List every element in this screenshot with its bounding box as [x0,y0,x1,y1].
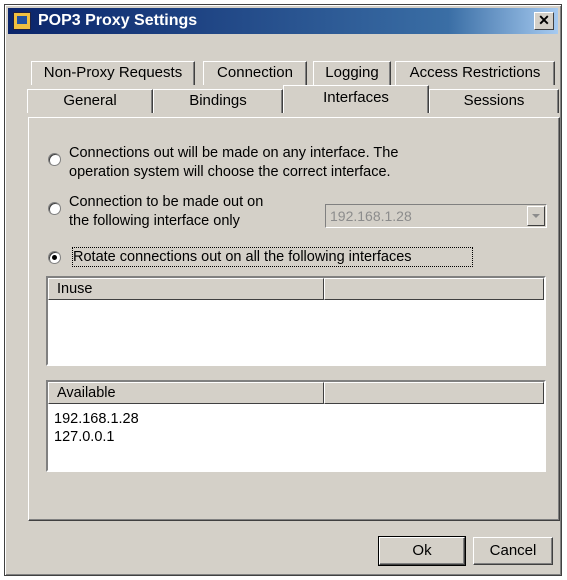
close-icon: ✕ [538,12,550,28]
list-item[interactable]: 127.0.0.1 [54,428,114,446]
any-interface-label-line1: Connections out will be made on any inte… [69,145,399,161]
tab-access-restrictions[interactable]: Access Restrictions [395,61,555,85]
title-bar: POP3 Proxy Settings ✕ [8,8,558,34]
cancel-button[interactable]: Cancel [473,537,553,565]
ok-button[interactable]: Ok [378,536,466,566]
tab-connection[interactable]: Connection [203,61,307,85]
tab-sessions[interactable]: Sessions [429,89,559,113]
tab-interfaces[interactable]: Interfaces [283,85,429,113]
specific-interface-label-line2: the following interface only [69,213,240,229]
interface-select[interactable]: 192.168.1.28 [325,204,547,228]
rotate-interfaces-radio[interactable] [48,251,61,264]
available-list[interactable]: Available 192.168.1.28 127.0.0.1 [46,380,546,472]
tab-bindings[interactable]: Bindings [153,89,283,113]
available-column-header-2[interactable] [324,382,544,404]
available-column-header[interactable]: Available [48,382,324,404]
pop3-proxy-settings-dialog: POP3 Proxy Settings ✕ Non-Proxy Requests… [4,4,562,576]
close-button[interactable]: ✕ [534,12,554,30]
specific-interface-radio[interactable] [48,202,61,215]
interfaces-panel: Connections out will be made on any inte… [28,117,560,521]
specific-interface-label-line1: Connection to be made out on [69,194,264,210]
inuse-column-header[interactable]: Inuse [48,278,324,300]
app-icon [13,12,31,30]
inuse-list[interactable]: Inuse [46,276,546,366]
any-interface-radio[interactable] [48,153,61,166]
interface-select-value: 192.168.1.28 [330,208,412,224]
inuse-column-header-2[interactable] [324,278,544,300]
chevron-down-icon[interactable] [527,206,545,226]
tab-logging[interactable]: Logging [313,61,391,85]
rotate-interfaces-label: Rotate connections out on all the follow… [73,249,412,265]
tab-non-proxy-requests[interactable]: Non-Proxy Requests [31,61,195,85]
tab-general[interactable]: General [27,89,153,113]
any-interface-label-line2: operation system will choose the correct… [69,164,391,180]
list-item[interactable]: 192.168.1.28 [54,410,139,428]
window-title: POP3 Proxy Settings [38,12,198,29]
